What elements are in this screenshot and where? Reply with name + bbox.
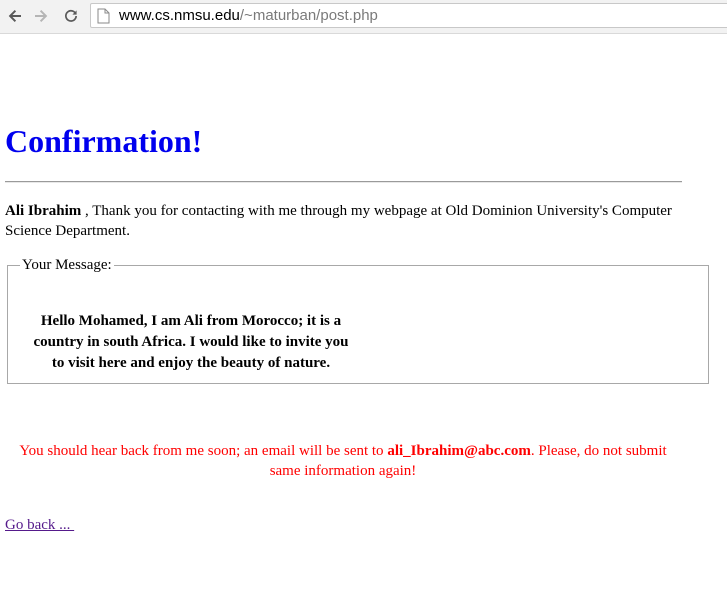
thank-you-message: , Thank you for contacting with me throu… (5, 203, 672, 239)
back-arrow-icon[interactable] (6, 7, 24, 25)
message-fieldset: Your Message: Hello Mohamed, I am Ali fr… (7, 257, 709, 384)
go-back-link[interactable]: Go back ... (5, 517, 74, 534)
forward-arrow-icon[interactable] (32, 7, 50, 25)
reply-notice: You should hear back from me soon; an em… (5, 441, 681, 481)
url-path: /~maturban/post.php (239, 7, 378, 24)
message-body: Hello Mohamed, I am Ali from Morocco; it… (33, 313, 349, 371)
page-icon (97, 8, 110, 29)
reload-icon[interactable] (62, 7, 80, 25)
horizontal-rule (5, 181, 682, 183)
notice-email: ali_Ibrahim@abc.com (387, 443, 531, 459)
thank-you-text: Ali Ibrahim , Thank you for contacting w… (5, 201, 685, 241)
page-title: Confirmation! (5, 123, 203, 159)
url-text: www.cs.nmsu.edu/~maturban/post.php (119, 7, 378, 24)
address-bar[interactable]: www.cs.nmsu.edu/~maturban/post.php (90, 3, 727, 28)
browser-toolbar: www.cs.nmsu.edu/~maturban/post.php (0, 0, 727, 34)
url-domain: www.cs.nmsu.edu (119, 7, 240, 24)
sender-name: Ali Ibrahim (5, 203, 82, 219)
message-legend: Your Message: (22, 257, 112, 273)
notice-text-before: You should hear back from me soon; an em… (19, 443, 388, 459)
